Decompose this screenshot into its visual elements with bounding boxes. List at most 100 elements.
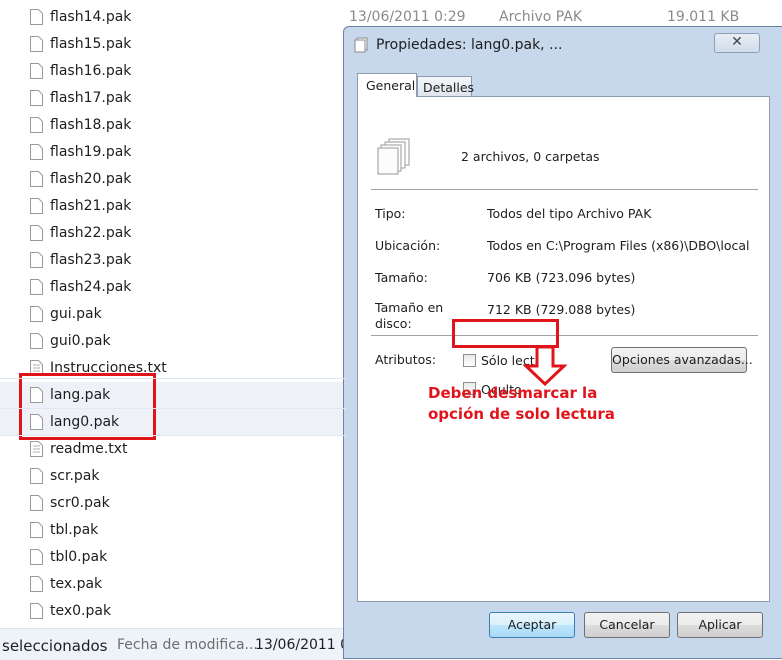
multiple-files-icon [377,138,410,175]
file-name: flash15.pak [50,36,132,52]
file-name: tex.pak [50,576,103,592]
row-divider [0,435,346,436]
file-name: tbl.pak [50,522,99,538]
read-only-checkbox[interactable] [463,354,476,367]
selection-count-text: seleccionados [2,637,108,655]
file-name: flash23.pak [50,252,132,268]
file-name: tex0.pak [50,603,112,619]
file-row[interactable]: flash16.pak [0,58,340,85]
close-button[interactable]: ✕ [714,33,760,53]
file-row[interactable]: flash19.pak [0,139,340,166]
modified-label: Fecha de modifica... [117,637,258,653]
file-icon [30,144,43,160]
file-icon [30,333,43,349]
tamano-value: 706 KB (723.096 bytes) [487,270,636,285]
highlight-read-only [452,319,559,348]
file-name: gui.pak [50,306,102,322]
accept-button[interactable]: Aceptar [489,612,575,638]
annotation-line-1: Deben desmarcar la [428,384,598,402]
tab-general[interactable]: General [357,73,417,97]
file-icon [30,279,43,295]
tamano-disco-label-1: Tamaño en [375,300,444,315]
file-icon [30,522,43,538]
file-icon [30,225,43,241]
file-date: 13/06/2011 0:29 [349,9,466,25]
file-type: Archivo PAK [499,9,583,25]
file-row[interactable]: scr.pak [0,463,340,490]
file-icon [30,306,43,322]
file-row[interactable]: tbl.pak [0,517,340,544]
file-name: flash21.pak [50,198,132,214]
highlight-selected-files [19,373,156,440]
file-name: flash24.pak [50,279,132,295]
tamano-disco-label-2: disco: [375,316,412,331]
properties-dialog: Propiedades: lang0.pak, ... ✕ General De… [343,26,782,659]
annotation-line-2: opción de solo lectura [428,405,615,423]
file-row[interactable]: readme.txt [0,436,340,463]
file-icon [30,252,43,268]
file-icon [30,171,43,187]
file-row[interactable]: flash23.pak [0,247,340,274]
tipo-label: Tipo: [375,206,406,221]
file-size: 19.011 KB [667,9,740,25]
file-name: tbl0.pak [50,549,108,565]
file-row[interactable]: tex.pak [0,571,340,598]
row-divider [0,378,346,379]
file-name: readme.txt [50,441,128,457]
text-file-icon [30,441,43,457]
file-name: gui0.pak [50,333,111,349]
row-divider [0,408,346,409]
dialog-title: Propiedades: lang0.pak, ... [376,37,563,53]
file-name: flash20.pak [50,171,132,187]
modified-value: 13/06/2011 0 [255,637,350,653]
file-row[interactable]: flash21.pak [0,193,340,220]
file-row[interactable]: flash18.pak [0,112,340,139]
file-name: flash16.pak [50,63,132,79]
file-name: scr.pak [50,468,100,484]
file-row[interactable]: scr0.pak [0,490,340,517]
file-row[interactable]: gui0.pak [0,328,340,355]
file-row[interactable]: flash24.pak [0,274,340,301]
file-row[interactable]: gui.pak [0,301,340,328]
file-name: flash17.pak [50,90,132,106]
file-row[interactable]: flash15.pak [0,31,340,58]
file-name: flash22.pak [50,225,132,241]
ubicacion-value: Todos en C:\Program Files (x86)\DBO\loca… [487,238,749,253]
file-icon [30,198,43,214]
apply-button[interactable]: Aplicar [677,612,763,638]
file-row[interactable]: flash14.pak [0,4,340,31]
selection-summary: 2 archivos, 0 carpetas [461,149,600,164]
document-icon [354,37,368,53]
advanced-options-button[interactable]: Opciones avanzadas... [611,347,753,373]
file-name: flash19.pak [50,144,132,160]
separator [371,189,758,190]
tipo-value: Todos del tipo Archivo PAK [487,206,652,221]
tab-detalles[interactable]: Detalles [417,76,474,97]
file-row[interactable]: tex0.pak [0,598,340,625]
file-icon [30,549,43,565]
file-name: scr0.pak [50,495,110,511]
file-icon [30,576,43,592]
file-icon [30,495,43,511]
down-arrow-icon [523,346,567,386]
file-name: flash18.pak [50,117,132,133]
file-row[interactable]: flash20.pak [0,166,340,193]
file-icon [30,117,43,133]
file-row[interactable]: flash17.pak [0,85,340,112]
atributos-label: Atributos: [375,352,436,367]
tamano-label: Tamaño: [375,270,428,285]
file-name: flash14.pak [50,9,132,25]
status-bar: seleccionados Fecha de modifica... 13/06… [0,628,350,660]
file-icon [30,468,43,484]
file-row[interactable]: tbl0.pak [0,544,340,571]
file-icon [30,36,43,52]
file-icon [30,63,43,79]
tamano-disco-value: 712 KB (729.088 bytes) [487,302,636,317]
file-icon [30,90,43,106]
file-icon [30,603,43,619]
separator [371,335,758,336]
cancel-button[interactable]: Cancelar [584,612,670,638]
file-row[interactable]: flash22.pak [0,220,340,247]
file-icon [30,9,43,25]
ubicacion-label: Ubicación: [375,238,441,253]
